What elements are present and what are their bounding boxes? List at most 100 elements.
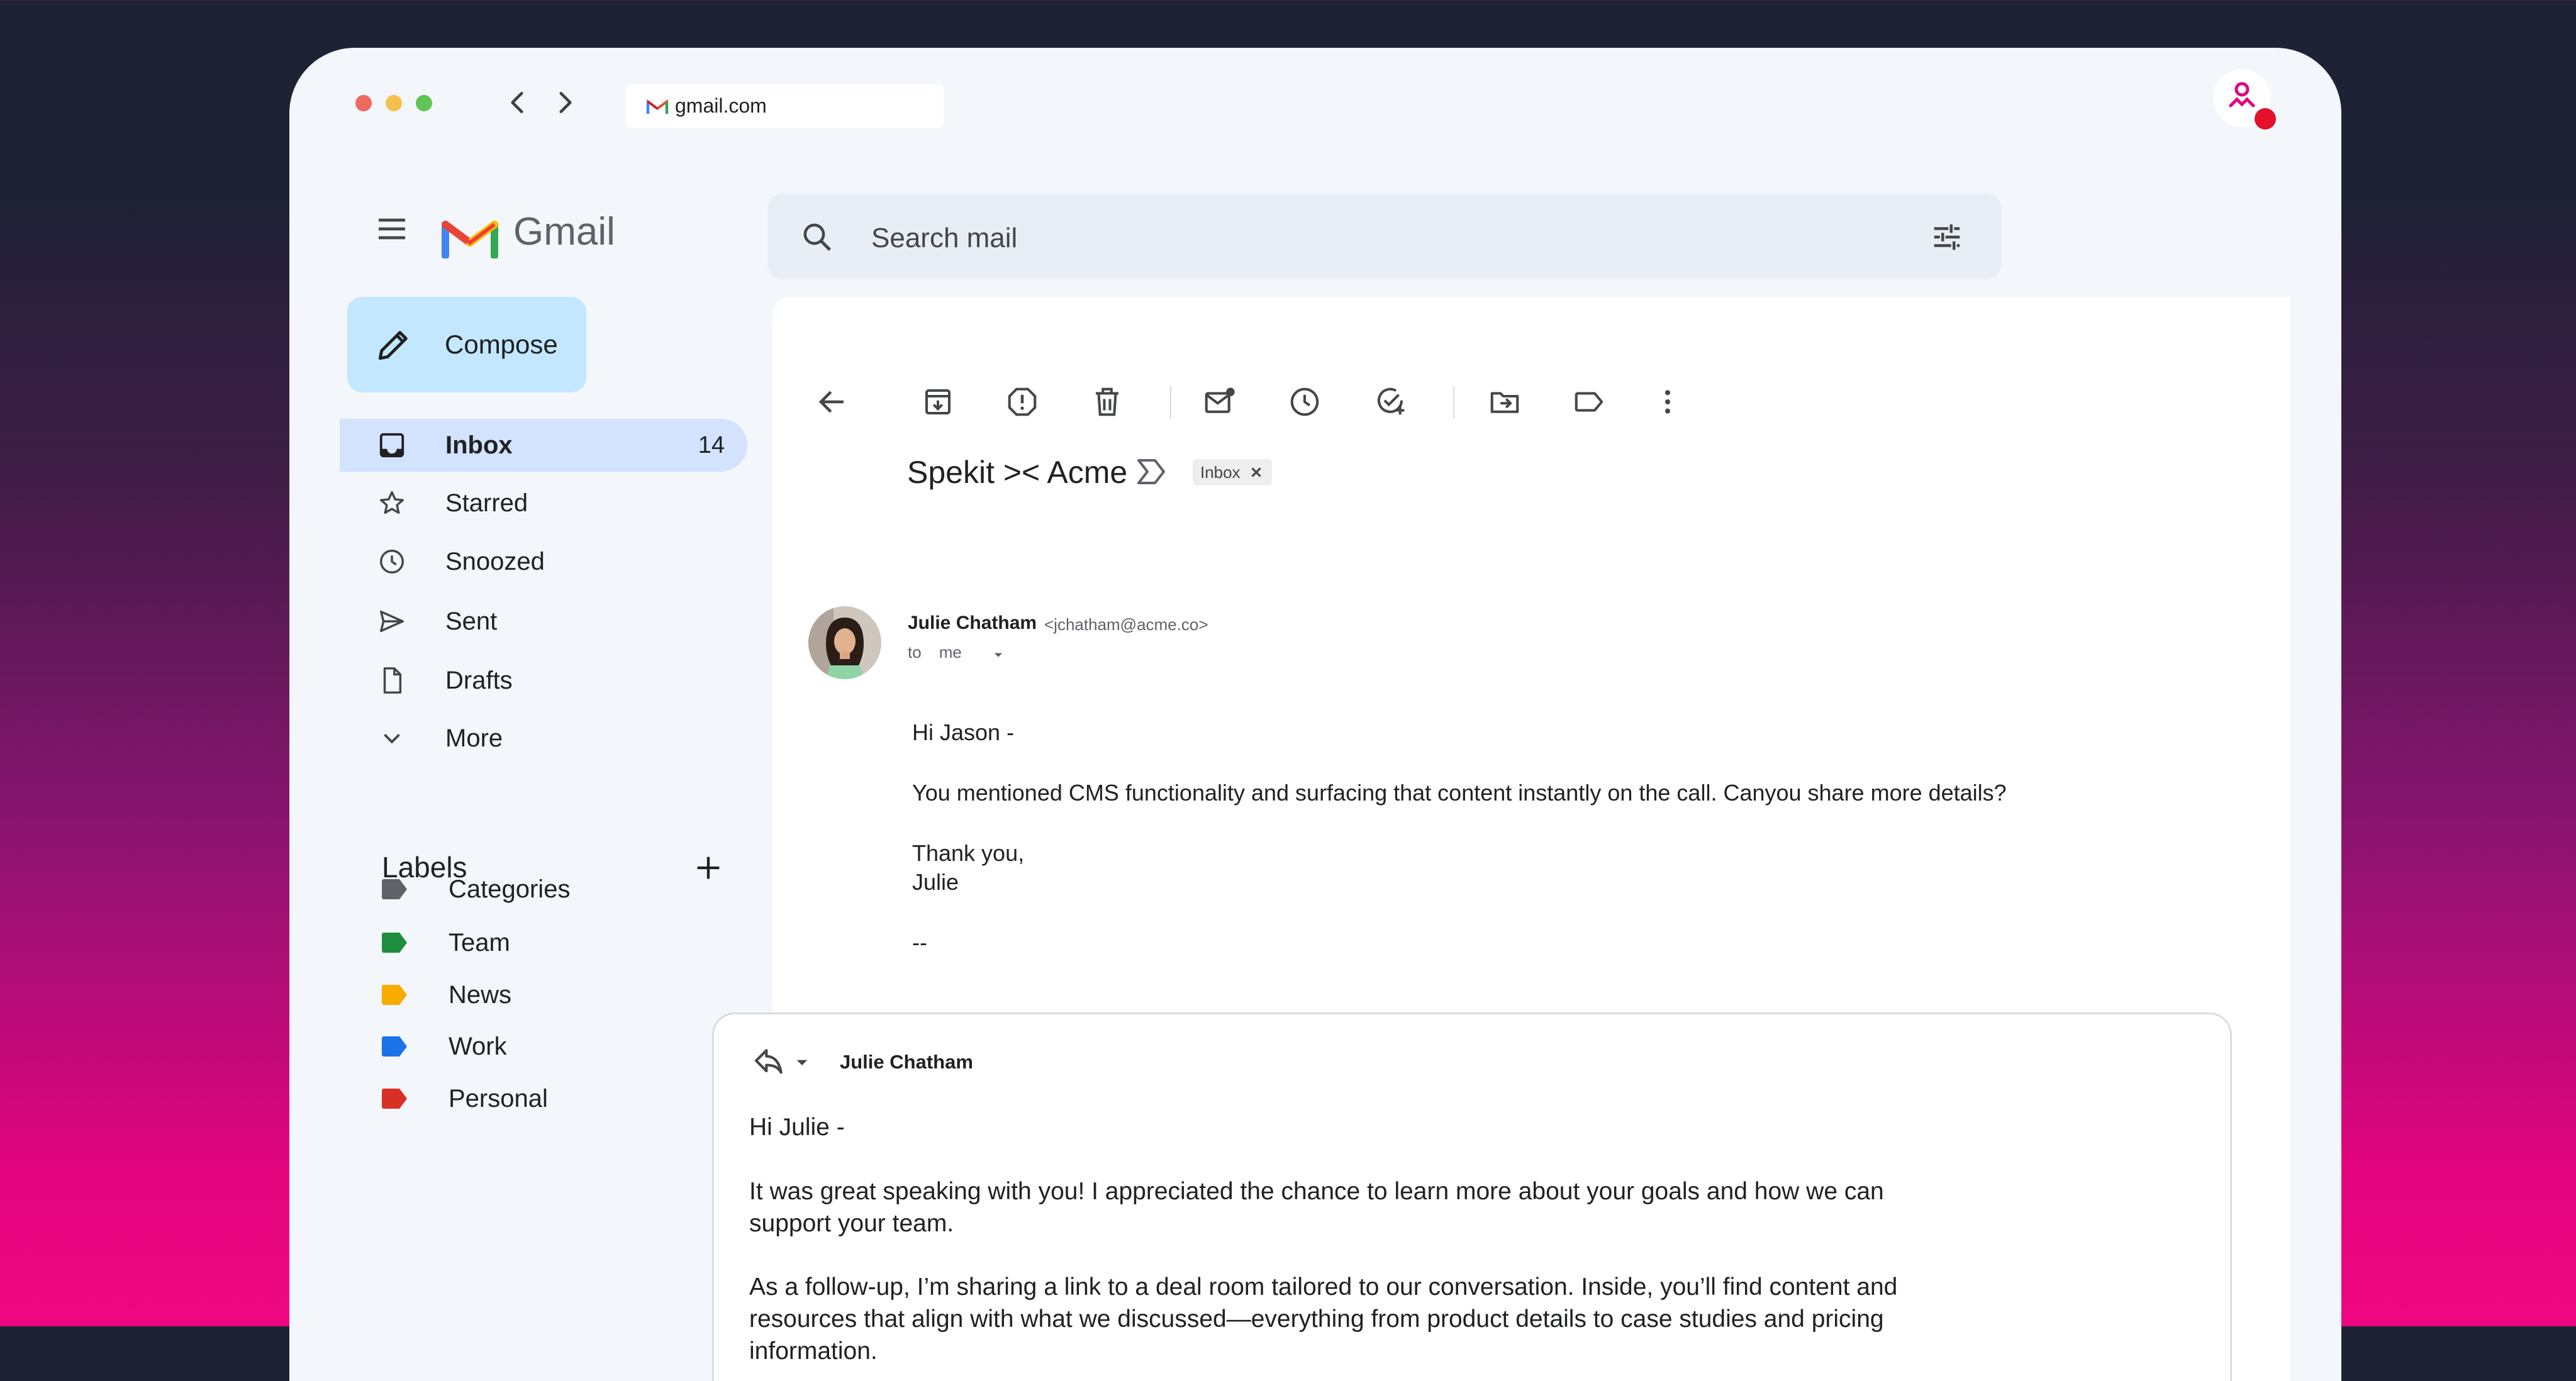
toolbar-divider [1453,386,1454,419]
label-item-personal[interactable]: Personal [381,1080,548,1118]
url-text: gmail.com [675,94,767,117]
delete-button[interactable] [1090,385,1124,419]
reply-body-line[interactable]: As a follow-up, I’m sharing a link to a … [749,1273,1897,1301]
app-name: Gmail [513,210,615,253]
label-tag-icon [382,1089,407,1109]
compose-label: Compose [445,330,558,359]
sidebar-item-more[interactable]: More [340,712,747,765]
label-tag-icon [382,933,407,953]
label-name: Categories [449,875,571,903]
chevron-right-icon [559,92,572,113]
window-minimize-button[interactable] [386,95,402,111]
search-icon[interactable] [800,220,834,254]
main-menu-icon[interactable] [374,211,410,247]
reply-body-line[interactable]: support your team. [749,1210,954,1238]
move-to-button[interactable] [1488,385,1522,419]
spekit-extension-icon [2229,82,2255,108]
mark-unread-button[interactable] [1202,385,1236,419]
label-name: Team [449,928,510,957]
search-input[interactable]: Search mail [871,223,1017,254]
browser-back-button[interactable] [502,87,533,118]
delete-icon [1096,387,1118,416]
label-item-news[interactable]: News [381,976,511,1014]
email-body-line: -- [912,929,927,955]
label-name: Work [449,1032,507,1060]
label-tag-icon [382,985,407,1005]
label-item-categories[interactable]: Categories [381,870,570,908]
gmail-favicon-icon [646,99,669,114]
email-subject: Spekit >< Acme [907,455,1128,490]
inbox-label-chip[interactable]: Inbox [1193,459,1272,485]
woman-portrait-icon [808,606,881,679]
star-icon [380,491,404,514]
sidebar-item-label: More [445,724,503,752]
chip-label: Inbox [1200,462,1241,482]
reply-compose-box[interactable]: Julie Chatham Hi Julie - It was great sp… [712,1012,2232,1381]
email-body-line: You mentioned CMS functionality and surf… [912,780,2007,806]
label-item-work[interactable]: Work [381,1028,507,1065]
chevron-down-icon [384,733,400,744]
browser-window: gmail.com Gmail Compose Inbox 14 Starred… [289,48,2341,1381]
archive-icon [925,389,951,415]
recipient-line: to me [908,643,962,662]
pencil-icon [378,331,408,360]
snooze-button[interactable] [1288,385,1322,419]
unread-count: 14 [698,431,725,458]
gmail-logo-icon[interactable] [442,216,498,258]
sender-name: Julie Chatham [908,613,1037,633]
address-bar[interactable]: gmail.com [626,84,944,128]
email-body-line: Hi Jason - [912,719,1015,745]
sidebar-item-inbox[interactable]: Inbox 14 [340,419,747,472]
reply-body-line[interactable]: resources that align with what we discus… [749,1306,1884,1333]
inbox-icon [379,433,404,458]
sidebar-item-drafts[interactable]: Drafts [340,654,747,707]
sender-avatar[interactable] [808,606,881,679]
close-icon[interactable] [1248,464,1264,480]
draft-icon [383,667,402,694]
sidebar-item-sent[interactable]: Sent [340,595,747,648]
back-to-inbox-button[interactable] [815,385,849,419]
email-body-line: Julie [912,869,959,895]
browser-forward-button[interactable] [549,87,581,118]
mark-unread-icon [1205,387,1235,413]
reply-icon[interactable] [752,1045,787,1080]
labels-button[interactable] [1572,385,1606,419]
toolbar-divider [1170,386,1171,419]
reply-type-caret-icon[interactable] [789,1050,815,1075]
search-bar[interactable]: Search mail [767,194,2002,279]
move-to-icon [1490,392,1519,413]
sidebar-item-starred[interactable]: Starred [340,477,747,530]
reply-body-line[interactable]: Hi Julie - [749,1114,845,1141]
reply-body-line[interactable]: It was great speaking with you! I apprec… [749,1178,1884,1206]
more-options-button[interactable] [1651,385,1685,419]
label-icon [1575,392,1603,412]
label-tag-icon [382,1036,407,1057]
importance-marker-icon[interactable] [1136,458,1166,485]
more-vert-icon [1664,390,1671,414]
recipient-value: me [939,643,962,662]
add-to-tasks-button[interactable] [1373,385,1407,419]
report-spam-button[interactable] [1005,385,1039,419]
label-tag-icon [382,879,407,899]
snooze-icon [1290,387,1319,416]
back-arrow-icon [818,391,844,413]
label-name: News [449,980,512,1009]
sidebar-item-label: Sent [445,607,498,635]
report-spam-icon [1008,387,1037,416]
reply-recipient: Julie Chatham [840,1051,973,1073]
sidebar-item-snoozed[interactable]: Snoozed [340,535,747,588]
reply-body-line[interactable]: information. [749,1338,878,1365]
compose-button[interactable]: Compose [347,297,586,392]
sender-email: <jchatham@acme.co> [1044,615,1208,634]
send-icon [380,610,404,633]
sidebar-item-label: Drafts [445,666,513,694]
window-close-button[interactable] [355,95,372,111]
recipient-prefix: to [908,643,922,662]
add-task-icon [1377,387,1405,415]
recipient-details-caret-icon[interactable] [989,645,1008,664]
add-label-icon[interactable] [692,851,725,884]
window-maximize-button[interactable] [416,95,432,111]
label-item-team[interactable]: Team [381,924,510,962]
archive-button[interactable] [921,385,955,419]
search-options-icon[interactable] [1930,220,1964,254]
